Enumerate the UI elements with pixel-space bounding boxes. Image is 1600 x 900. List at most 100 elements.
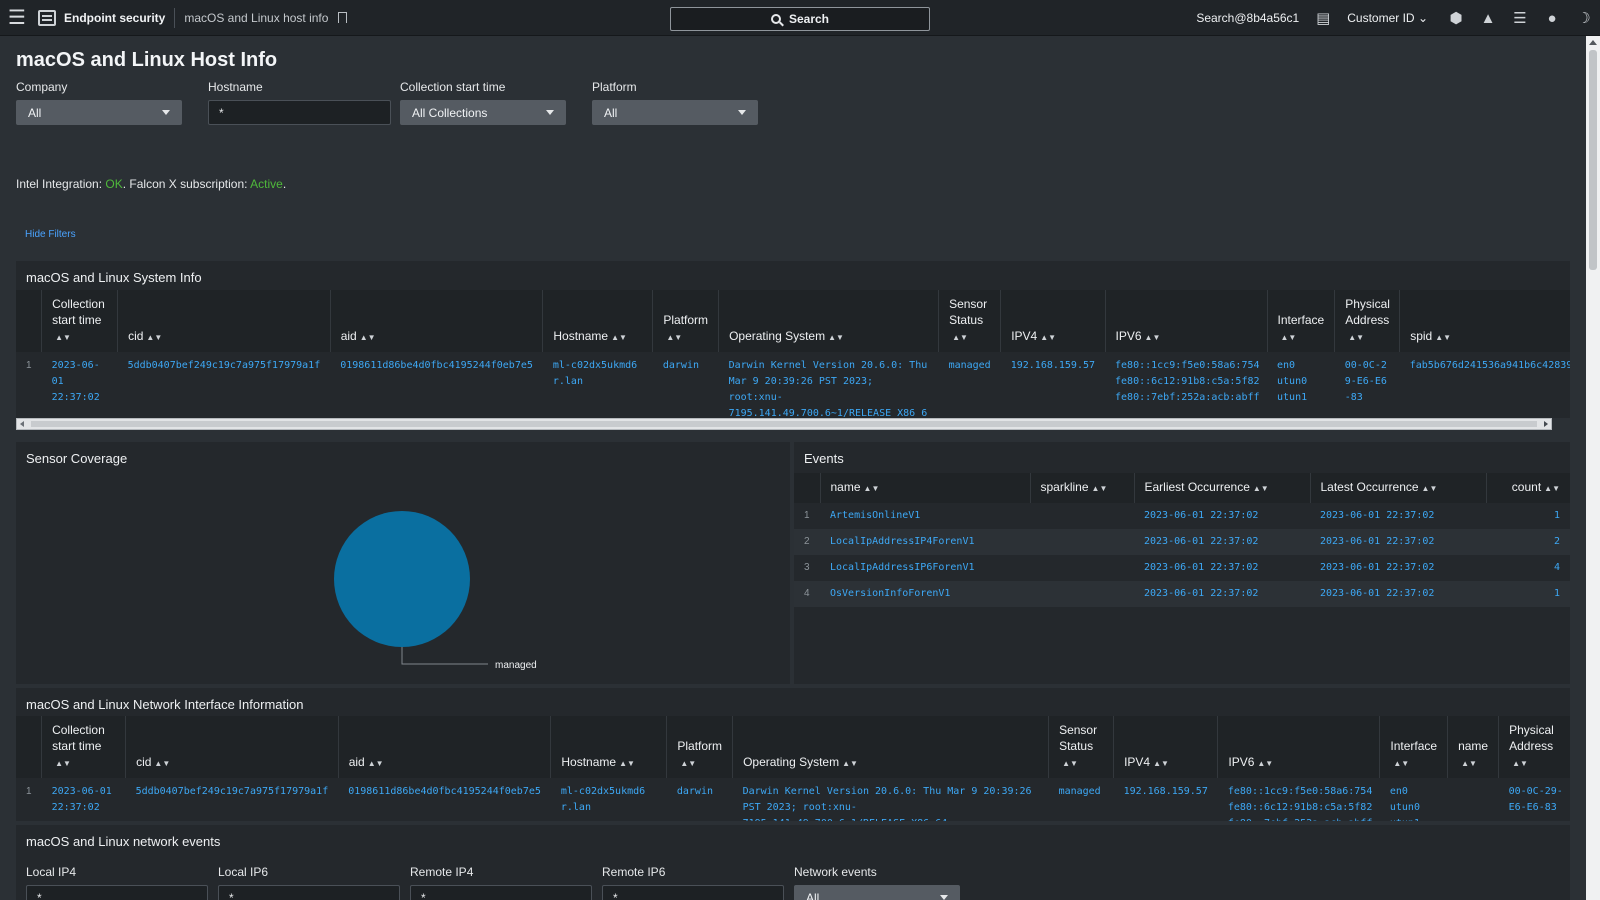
remote-ip6-input[interactable]: *	[602, 885, 784, 900]
event-count[interactable]: 4	[1486, 555, 1570, 581]
column-header[interactable]: IPV4 ▲▼	[1113, 716, 1218, 778]
column-header[interactable]: count ▲▼	[1485, 473, 1570, 503]
arrow-up-icon[interactable]	[1589, 40, 1597, 45]
cell-hostname[interactable]: ml-c02dx5ukmd6r.lan	[551, 778, 667, 821]
cell-sensor-status[interactable]: managed	[939, 352, 1001, 418]
column-header[interactable]: Physical Address▲▼	[1498, 716, 1570, 778]
network-events-select[interactable]: All	[794, 885, 960, 900]
latest-occurrence[interactable]: 2023-06-01 22:37:02	[1310, 581, 1486, 607]
user-icon[interactable]: ●	[1536, 0, 1568, 36]
customer-id-dropdown[interactable]: Customer ID ⌄	[1347, 11, 1428, 25]
column-header[interactable]: Platform ▲▼	[652, 290, 719, 352]
event-count[interactable]: 1	[1486, 503, 1570, 529]
cell-interface[interactable]: en0 utun0 utun1	[1380, 778, 1448, 821]
cell-hostname[interactable]: ml-c02dx5ukmd6r.lan	[543, 352, 653, 418]
column-header[interactable]: IPV4 ▲▼	[1000, 290, 1106, 352]
event-count[interactable]: 1	[1486, 581, 1570, 607]
cell-aid[interactable]: 0198611d86be4d0fbc4195244f0eb7e5	[338, 778, 551, 821]
event-name[interactable]: LocalIpAddressIP6ForenV1	[820, 555, 1030, 581]
platform-select[interactable]: All	[592, 100, 758, 125]
column-header[interactable]: name ▲▼	[819, 473, 1030, 503]
column-header[interactable]: Interface ▲▼	[1266, 290, 1335, 352]
column-header[interactable]: Collection start time▲▼	[41, 290, 118, 352]
scrollbar-thumb[interactable]	[31, 421, 1537, 427]
event-name[interactable]: LocalIpAddressIP4ForenV1	[820, 529, 1030, 555]
collection-select[interactable]: All Collections	[400, 100, 566, 125]
column-header[interactable]: spid ▲▼	[1399, 290, 1570, 352]
column-header[interactable]: cid ▲▼	[117, 290, 331, 352]
column-header[interactable]: Platform ▲▼	[666, 716, 733, 778]
column-header[interactable]: Hostname ▲▼	[550, 716, 667, 778]
table-icon[interactable]: ▤	[1307, 0, 1339, 36]
arrow-right-icon[interactable]	[1544, 421, 1548, 427]
column-header[interactable]: name ▲▼	[1447, 716, 1499, 778]
column-header[interactable]: Physical Address▲▼	[1334, 290, 1400, 352]
column-header[interactable]: aid ▲▼	[329, 290, 543, 352]
cell-platform[interactable]: darwin	[667, 778, 733, 821]
cell-platform[interactable]: darwin	[653, 352, 719, 418]
earliest-occurrence[interactable]: 2023-06-01 22:37:02	[1134, 529, 1310, 555]
pie-slice-managed[interactable]	[334, 511, 470, 647]
cell-collection[interactable]: 2023-06-01 22:37:02	[42, 352, 118, 418]
column-header[interactable]: Interface ▲▼	[1379, 716, 1448, 778]
event-count[interactable]: 2	[1486, 529, 1570, 555]
cell-os[interactable]: Darwin Kernel Version 20.6.0: Thu Mar 9 …	[733, 778, 1049, 821]
column-header[interactable]: sparkline ▲▼	[1029, 473, 1134, 503]
cell-spid[interactable]: fab5b676d241536a941b6c4283965ad5	[1400, 352, 1570, 418]
column-header[interactable]: Collection start time▲▼	[41, 716, 126, 778]
cell-collection[interactable]: 2023-06-01 22:37:02	[42, 778, 126, 821]
cell-physical[interactable]: 00-0C-29-E6-E6-83	[1499, 778, 1570, 821]
earliest-occurrence[interactable]: 2023-06-01 22:37:02	[1134, 555, 1310, 581]
remote-ip4-input[interactable]: *	[410, 885, 592, 900]
hostname-input[interactable]: *	[208, 100, 391, 125]
cell-sensor-status[interactable]: managed	[1049, 778, 1114, 821]
local-ip6-input[interactable]: *	[218, 885, 400, 900]
cell-cid[interactable]: 5ddb0407bef249c19c7a975f17979a1f	[118, 352, 331, 418]
column-header[interactable]: Operating System ▲▼	[718, 290, 939, 352]
event-name[interactable]: OsVersionInfoForenV1	[820, 581, 1030, 607]
local-ip4-input[interactable]: *	[26, 885, 208, 900]
bookmark-icon[interactable]	[338, 12, 348, 23]
stack-icon[interactable]: ☰	[1504, 0, 1536, 36]
cell-ipv4[interactable]: 192.168.159.57	[1114, 778, 1218, 821]
cell-aid[interactable]: 0198611d86be4d0fbc4195244f0eb7e5	[330, 352, 543, 418]
column-header[interactable]: cid ▲▼	[125, 716, 339, 778]
local-ip6-filter: Local IP6 *	[218, 865, 400, 900]
column-header[interactable]: Sensor Status▲▼	[1048, 716, 1114, 778]
earliest-occurrence[interactable]: 2023-06-01 22:37:02	[1134, 503, 1310, 529]
column-header[interactable]: Operating System ▲▼	[732, 716, 1049, 778]
company-select[interactable]: All	[16, 100, 182, 125]
hide-filters-link[interactable]: Hide Filters	[25, 229, 76, 240]
column-header[interactable]: IPV6 ▲▼	[1104, 290, 1268, 352]
column-header[interactable]: Hostname ▲▼	[542, 290, 653, 352]
cell-os[interactable]: Darwin Kernel Version 20.6.0: Thu Mar 9 …	[719, 352, 939, 418]
scrollbar-thumb[interactable]	[1589, 50, 1597, 270]
cell-ipv6[interactable]: fe80::1cc9:f5e0:58a6:754 fe80::6c12:91b8…	[1105, 352, 1267, 418]
event-name[interactable]: ArtemisOnlineV1	[820, 503, 1030, 529]
cell-ipv6[interactable]: fe80::1cc9:f5e0:58a6:754 fe80::6c12:91b8…	[1218, 778, 1380, 821]
bell-icon[interactable]: ▲	[1472, 0, 1504, 36]
menu-icon[interactable]: ☰	[0, 0, 34, 36]
latest-occurrence[interactable]: 2023-06-01 22:37:02	[1310, 555, 1486, 581]
column-header[interactable]: IPV6 ▲▼	[1217, 716, 1380, 778]
cell-ipv4[interactable]: 192.168.159.57	[1001, 352, 1105, 418]
cell-cid[interactable]: 5ddb0407bef249c19c7a975f17979a1f	[126, 778, 339, 821]
column-header[interactable]: Sensor Status▲▼	[938, 290, 1001, 352]
cell-physical[interactable]: 00-0C-29-E6-E6-83	[1335, 352, 1400, 418]
vertical-scrollbar[interactable]	[1586, 36, 1600, 900]
app-name[interactable]: Endpoint security	[64, 11, 165, 25]
horizontal-scrollbar[interactable]	[16, 418, 1552, 430]
column-header[interactable]: Earliest Occurrence ▲▼	[1133, 473, 1310, 503]
cell-name[interactable]	[1448, 778, 1499, 821]
latest-occurrence[interactable]: 2023-06-01 22:37:02	[1310, 529, 1486, 555]
cell-interface[interactable]: en0 utun0 utun1	[1267, 352, 1335, 418]
earliest-occurrence[interactable]: 2023-06-01 22:37:02	[1134, 581, 1310, 607]
column-header[interactable]: aid ▲▼	[337, 716, 551, 778]
search-button[interactable]: Search	[670, 7, 930, 31]
column-header[interactable]: Latest Occurrence ▲▼	[1309, 473, 1486, 503]
moon-icon[interactable]: ☽	[1568, 0, 1600, 36]
latest-occurrence[interactable]: 2023-06-01 22:37:02	[1310, 503, 1486, 529]
arrow-left-icon[interactable]	[20, 421, 24, 427]
shield-icon[interactable]: ⬢	[1440, 0, 1472, 36]
user-name[interactable]: Search@8b4a56c1	[1196, 11, 1299, 25]
